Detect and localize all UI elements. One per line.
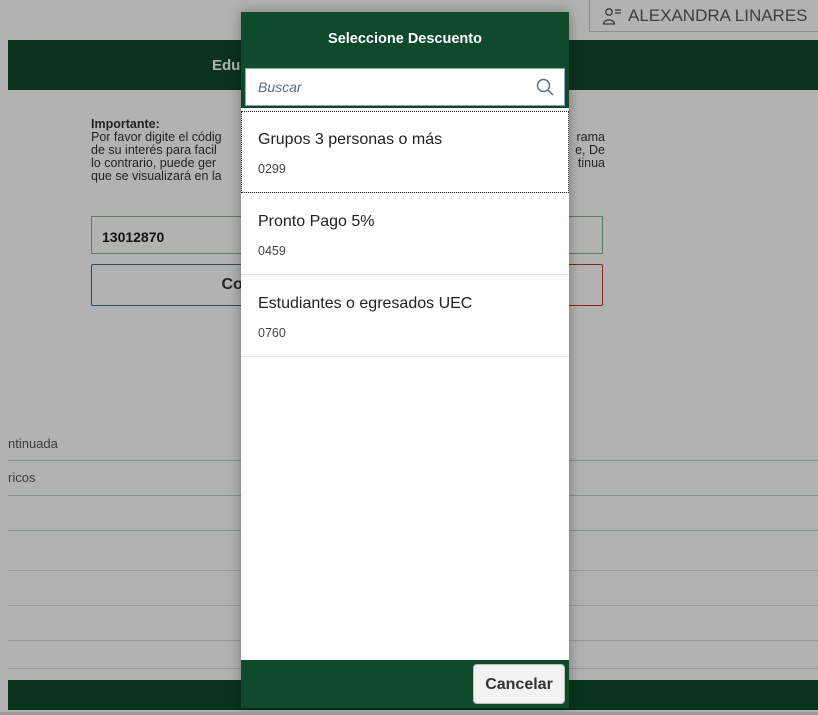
discount-code: 0459: [258, 244, 286, 258]
search-icon[interactable]: [536, 78, 554, 96]
dialog-title: Seleccione Descuento: [241, 12, 569, 68]
discount-select-dialog: Seleccione Descuento Grupos 3 personas o…: [241, 12, 569, 708]
search-input[interactable]: [246, 69, 530, 105]
discount-code: 0760: [258, 326, 286, 340]
list-item-discount[interactable]: Estudiantes o egresados UEC 0760: [241, 275, 569, 357]
search-field-container[interactable]: [245, 68, 565, 106]
dialog-footer: Cancelar: [241, 660, 569, 708]
discount-code: 0299: [258, 162, 286, 176]
discount-name: Grupos 3 personas o más: [258, 131, 443, 148]
discount-list: Grupos 3 personas o más 0299 Pronto Pago…: [241, 111, 569, 357]
search-bar: [241, 68, 569, 108]
discount-name: Pronto Pago 5%: [258, 213, 375, 230]
discount-name: Estudiantes o egresados UEC: [258, 295, 473, 312]
list-item-discount[interactable]: Grupos 3 personas o más 0299: [241, 111, 569, 193]
cancel-button[interactable]: Cancelar: [473, 664, 565, 704]
list-item-discount[interactable]: Pronto Pago 5% 0459: [241, 193, 569, 275]
